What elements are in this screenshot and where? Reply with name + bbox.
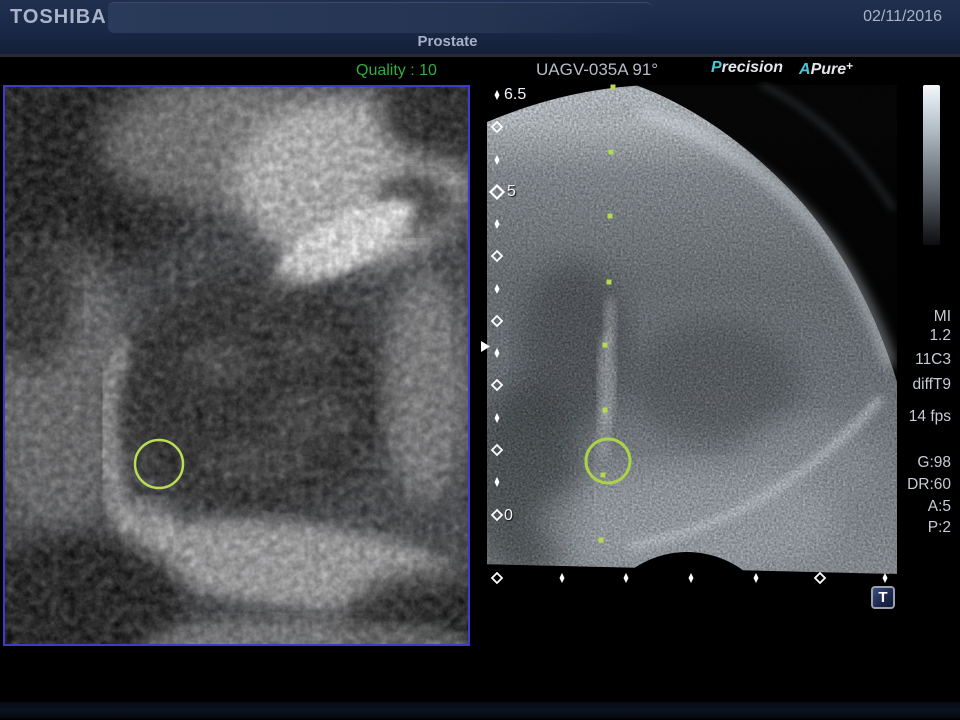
acoustic-label: A:5 [928,498,951,516]
persistence-label: P:2 [928,519,951,537]
probe-angle-label: UAGV-035A 91° [536,60,658,80]
mi-value: 1.2 [929,327,951,345]
mi-label: MI [934,308,951,326]
ultrasound-image [479,82,897,648]
frame-rate-label: 14 fps [909,408,951,426]
orientation-t-icon: T [871,586,895,609]
ultrasound-tissue-art [479,82,897,648]
exam-date: 02/11/2016 [863,8,942,26]
fusion-quality-label: Quality : 10 [356,62,437,80]
ultrasound-screen: TOSHIBA 02/11/2016 Prostate Quality : 10… [0,0,960,720]
mri-fusion-panel[interactable] [3,85,470,646]
depth-label-bottom: 0 [504,507,513,525]
precision-logo-rest: recision [722,59,783,76]
mri-image [5,87,468,644]
exam-preset-title: Prostate [380,33,515,50]
ultrasound-live-panel[interactable] [479,82,897,648]
mri-anatomy-art [5,87,468,644]
preset-label: diffT9 [913,376,952,394]
bottom-bar [0,702,960,718]
apure-logo-plus: + [846,59,853,73]
precision-logo: Precision [711,59,783,77]
precision-logo-initial: P [711,59,722,76]
apure-logo-rest: Pure [811,61,847,78]
dynamic-range-label: DR:60 [907,476,951,494]
top-bar-inset-panel [108,2,652,33]
transducer-label: 11C3 [915,351,951,369]
top-status-bar: TOSHIBA 02/11/2016 Prostate [0,0,960,57]
toshiba-logo: TOSHIBA [10,6,107,29]
apure-logo: APure+ [799,59,853,79]
apure-logo-initial: A [799,61,811,78]
depth-label-mid: 5 [507,183,516,201]
gain-label: G:98 [917,454,951,472]
grayscale-bar [923,85,940,245]
depth-label-top: 6.5 [504,86,526,104]
